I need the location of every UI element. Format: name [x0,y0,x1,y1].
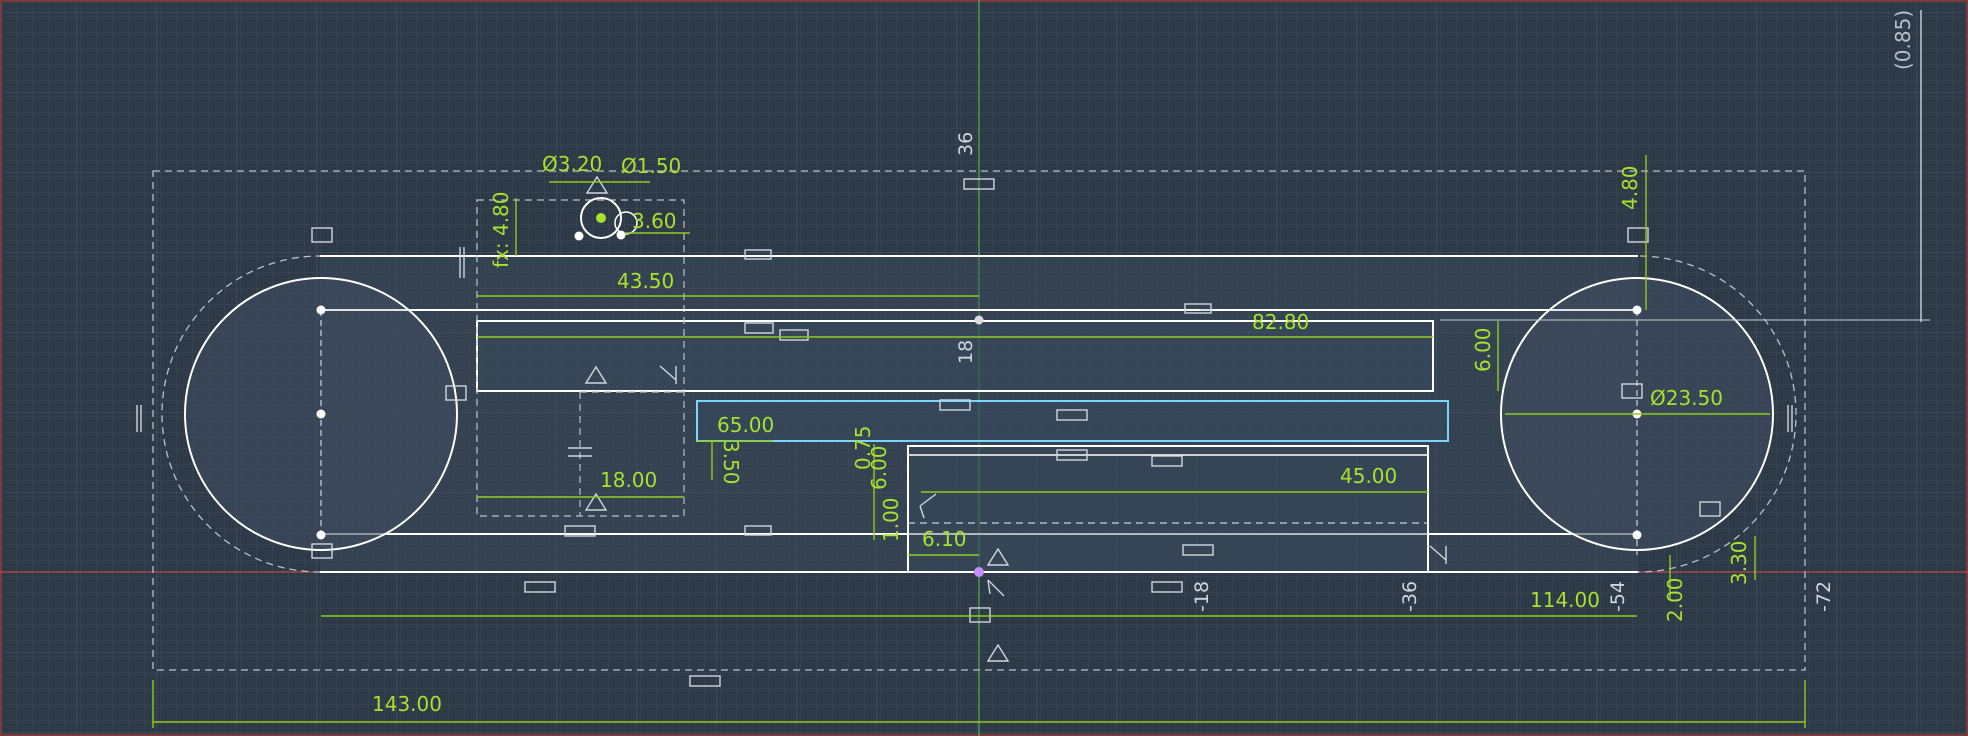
dim-phi-150[interactable]: Ø1.50 [621,154,681,178]
pocket-selected-rect[interactable] [696,400,1449,442]
dim-480-fix[interactable]: fx: 4.80 [489,191,513,268]
point[interactable] [974,315,984,325]
dim-600b[interactable]: 6.00 [867,445,891,490]
axis-label-36: 36 [955,132,977,156]
point[interactable] [1632,530,1642,540]
dim-200[interactable]: 2.00 [1663,577,1687,622]
dim-100[interactable]: 1.00 [879,497,903,542]
axis-label-m36: -36 [1399,581,1421,612]
dim-4500[interactable]: 45.00 [1340,464,1397,488]
point[interactable] [596,213,606,223]
axis-label-m54: -54 [1607,581,1629,612]
dim-11400[interactable]: 114.00 [1530,588,1600,612]
axis-label-18: 18 [955,340,977,364]
dim-6500[interactable]: 65.00 [717,413,774,437]
dim-4350[interactable]: 43.50 [617,269,674,293]
point[interactable] [316,409,326,419]
dim-350[interactable]: 3.50 [719,440,743,485]
dim-360[interactable]: 3.60 [632,209,677,233]
dim-phi-2350[interactable]: Ø23.50 [1650,386,1723,410]
axis-label-m72: -72 [1813,581,1835,612]
point[interactable] [574,231,584,241]
axis-label-m18: -18 [1191,581,1213,612]
dim-085-driven[interactable]: (0.85) [1891,10,1915,70]
dim-480[interactable]: 4.80 [1618,165,1642,210]
dim-phi-320[interactable]: Ø3.20 [542,152,602,176]
dim-14300[interactable]: 143.00 [372,692,442,716]
dim-1800[interactable]: 18.00 [600,468,657,492]
sketch-canvas[interactable]: Ø3.20 Ø1.50 fx: 4.80 3.60 43.50 82.80 6.… [0,0,1968,736]
dim-8280[interactable]: 82.80 [1252,310,1309,334]
point[interactable] [316,305,326,315]
dim-330[interactable]: 3.30 [1727,540,1751,585]
point[interactable] [1632,305,1642,315]
origin-point[interactable] [974,567,984,577]
point[interactable] [616,230,626,240]
dim-600[interactable]: 6.00 [1471,327,1495,372]
dim-610[interactable]: 6.10 [922,527,967,551]
point[interactable] [316,530,326,540]
